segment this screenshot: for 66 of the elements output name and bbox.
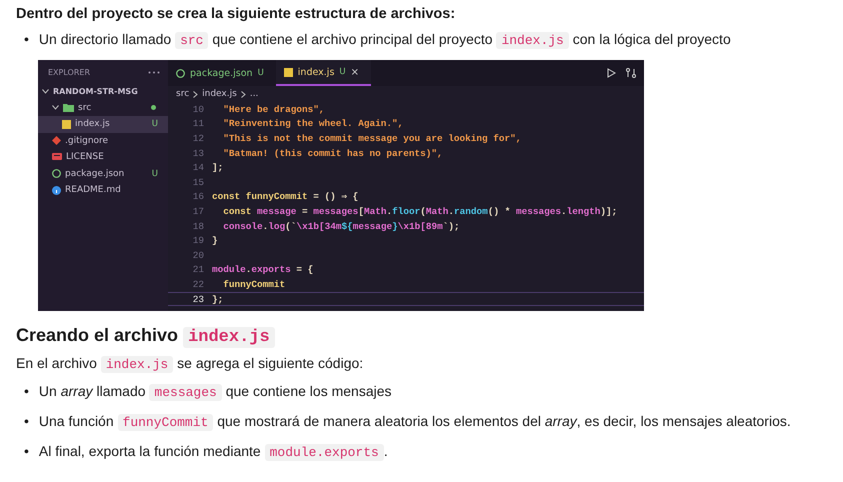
tree-item[interactable]: package.json U [38,166,168,182]
js-file-icon [284,68,293,76]
code-line: module.exports = { [212,264,314,276]
bullet-text: Una función funnyCommit que mostrará de manera aleatoria los elementos del array, es decir, los mensajes aleatorios. [38,412,791,432]
intro-heading: Dentro del proyecto se crea la siguiente estructura de archivos: [16,6,456,22]
code-line: "This is not the commit message you are looking for", [222,132,522,144]
breadcrumb-item[interactable]: src [176,89,190,99]
info-icon [52,186,61,195]
editor-tab[interactable]: package.json U [168,60,276,86]
code-line: console.log(`\x1b[34m${message}\x1b[89m`); [222,220,460,232]
line-number: 23 [192,294,205,305]
compare-icon[interactable] [626,68,636,78]
editor-tab[interactable]: index.js U × [276,60,372,86]
bullet-marker: • [24,30,29,49]
tree-item[interactable]: .gitignore [38,132,168,149]
line-number: 15 [192,176,205,188]
chevron-down-icon [42,88,49,94]
section-heading: Creando el archivo index.js [16,325,827,347]
chevron-right-icon [240,90,246,98]
play-icon[interactable] [607,68,616,78]
line-number: 10 [192,104,205,115]
line-number: 21 [192,264,205,276]
line-number: 20 [192,250,205,261]
line-number: 11 [192,118,205,130]
code-line: funnyCommit [222,278,286,290]
json-file-icon [176,68,185,78]
bullet-text: Al final, exporta la función mediante module.exports . [38,442,388,462]
code-line: "Here be dragons", [222,104,325,115]
explorer-title: EXPLORER [48,68,90,77]
tree-item[interactable]: README.md [38,182,168,198]
certificate-icon [52,152,62,162]
json-file-icon [52,169,61,178]
code-line: const funnyCommit = () ⇒ { [212,191,358,202]
breadcrumb-item[interactable]: index.js [202,89,237,99]
code-line: "Reinventing the wheel. Again.", [222,118,404,130]
tree-item[interactable]: index.js U [38,116,168,132]
code-line: }; [212,294,224,305]
bullet-text: Un array llamado messages que contiene los mensajes [38,382,392,402]
code-line: } [212,235,218,246]
js-file-icon [62,120,71,129]
breadcrumb-item[interactable]: ... [250,89,258,99]
bullet-marker: • [24,442,29,461]
paragraph: En el archivo index.js se agrega el siguiente código: [16,355,364,372]
tree-item[interactable]: src [38,100,168,116]
bullet-marker: • [24,382,29,401]
chevron-down-icon [52,105,59,110]
line-number: 18 [192,220,205,232]
line-number: 13 [192,148,205,159]
status-dot [151,105,156,110]
diamond-icon [52,136,61,146]
line-number: 16 [192,191,205,202]
line-number: 19 [192,235,205,246]
folder-icon [63,103,74,112]
line-number: 14 [192,162,205,174]
tree-item[interactable]: LICENSE [38,149,168,166]
chevron-right-icon [193,90,198,98]
code-line: "Batman! (this commit has no parents)", [222,148,443,159]
line-number: 12 [192,132,205,144]
tree-item[interactable]: RANDOM-STR-MSG [38,83,168,100]
line-number: 22 [192,278,205,290]
bullet-marker: • [24,412,29,431]
more-icon[interactable] [148,71,160,74]
code-line: ]; [212,162,224,174]
bullet-text: Un directorio llamado src que contiene el archivo principal del proyecto index.js con la lógica del proyecto [38,30,731,50]
line-number: 17 [192,206,205,217]
code-line: const message = messages[Math.floor(Math.random() * messages.length)]; [222,206,618,217]
